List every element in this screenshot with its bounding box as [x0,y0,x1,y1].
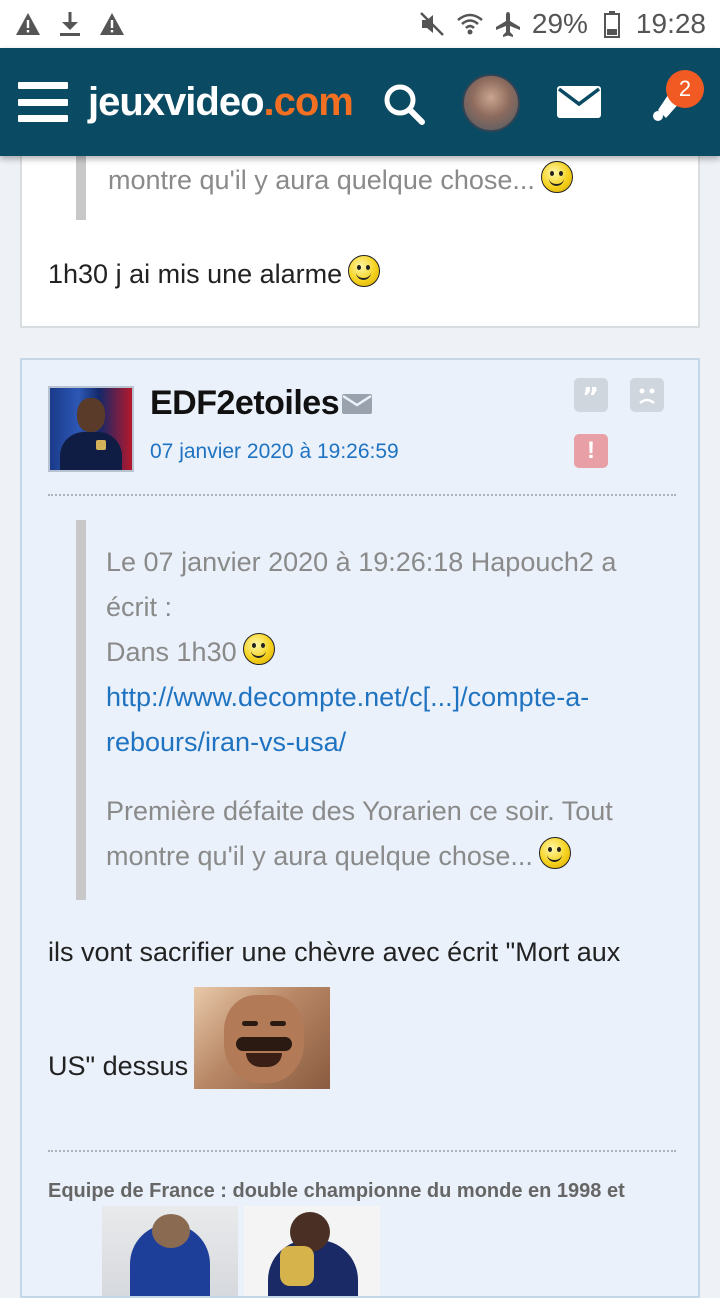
quoted-text: montre qu'il y aura quelque chose... [108,158,573,203]
post-author-avatar[interactable] [48,386,134,472]
risitas-sticker [194,987,331,1089]
warning-icon [98,10,126,38]
quoted-text-line: montre qu'il y aura quelque chose... [108,165,535,195]
battery-percent: 29% [531,8,588,39]
separator [48,494,676,496]
site-logo[interactable]: jeuxvideo.com [88,79,354,125]
blacklist-user-button[interactable] [630,378,664,412]
menu-icon[interactable] [18,82,68,122]
quote-paragraph-line1: Première défaite des Yorarien ce soir. T… [106,796,613,826]
private-message-icon[interactable] [342,394,372,414]
wifi-icon [456,10,484,38]
smiley-wink-icon [540,161,573,193]
quote-link-line1[interactable]: http://www.decompte.net/c[...]/compte-a- [106,675,666,720]
message-line2: US" dessus [48,987,678,1089]
message-text: ils vont sacrifier une chèvre avec écrit… [48,930,678,1089]
quote-link[interactable]: http://www.decompte.net/c[...]/compte-a-… [106,675,666,765]
post-card-previous: montre qu'il y aura quelque chose... 1h3… [20,140,700,328]
battery-icon [598,10,626,38]
signature-image-mbappe-trophy [244,1206,380,1296]
site-header: jeuxvideo.com 2 [0,48,720,156]
quote-paragraph-line2: montre qu'il y aura quelque chose... [106,834,666,879]
smiley-wink-icon [538,837,571,869]
quote-header-line2: écrit : [106,592,173,622]
report-button[interactable]: ! [574,434,608,468]
download-icon [56,10,84,38]
logo-main: jeuxvideo [88,79,265,124]
smiley-wink-icon [242,633,275,665]
status-bar: 29% 19:28 [0,0,720,48]
mail-icon[interactable] [556,84,602,120]
quote-button[interactable]: ” [574,378,608,413]
message-text: 1h30 j ai mis une alarme [48,252,381,297]
user-avatar[interactable] [462,74,520,132]
clock: 19:28 [635,8,706,39]
message-line: 1h30 j ai mis une alarme [48,259,343,289]
quote-header-line1: Le 07 janvier 2020 à 19:26:18 Hapouch2 a [106,547,617,577]
post-card: EDF2etoiles 07 janvier 2020 à 19:26:59 ”… [20,358,700,1298]
quote-line: Dans 1h30 [106,630,666,675]
search-icon[interactable] [380,80,428,128]
quote-block: Le 07 janvier 2020 à 19:26:18 Hapouch2 a… [106,540,666,879]
signature-image-zidane [102,1206,238,1296]
signature-text: Equipe de France : double championne du … [48,1180,625,1202]
notification-count-badge: 2 [666,70,704,108]
airplane-icon [494,10,522,38]
post-author-username[interactable]: EDF2etoiles [150,384,340,423]
signature-separator [48,1150,676,1152]
quote-link-line2[interactable]: rebours/iran-vs-usa/ [106,720,666,765]
logo-tld: .com [263,79,354,124]
mute-icon [418,10,446,38]
svg-text:”: ” [582,383,599,412]
warning-icon [14,10,42,38]
post-date[interactable]: 07 janvier 2020 à 19:26:59 [150,440,399,464]
quote-bar [76,520,86,900]
message-line1: ils vont sacrifier une chèvre avec écrit… [48,937,621,967]
smiley-icon [348,255,381,287]
